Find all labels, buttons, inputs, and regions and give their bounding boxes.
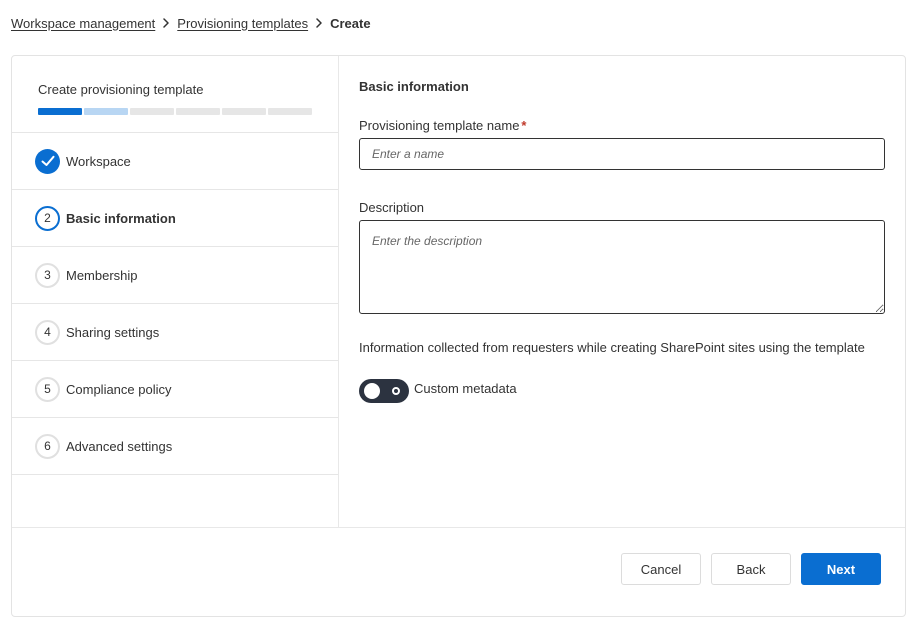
template-name-label: Provisioning template name * (359, 118, 526, 133)
step-number: 4 (35, 319, 60, 345)
toggle-knob (364, 383, 380, 399)
description-label: Description (359, 200, 425, 215)
wizard-stepper: Create provisioning template Workspace 2… (12, 56, 339, 527)
back-button[interactable]: Back (711, 553, 791, 585)
breadcrumb-current: Create (330, 15, 371, 31)
custom-metadata-toggle[interactable] (359, 379, 409, 403)
breadcrumb-link-provisioning-templates[interactable]: Provisioning templates (177, 16, 308, 31)
wizard-footer: Cancel Back Next (12, 527, 905, 616)
step-label: Membership (66, 267, 138, 283)
template-name-input[interactable] (359, 138, 885, 170)
step-label: Sharing settings (66, 324, 160, 340)
template-name-label-text: Provisioning template name (359, 118, 520, 133)
required-asterisk: * (521, 118, 527, 133)
progress-segment-2 (84, 108, 128, 115)
chevron-right-icon (155, 15, 177, 31)
step-list: Workspace 2 Basic information 3 Membersh… (12, 132, 338, 475)
step-label: Basic information (66, 210, 176, 226)
progress-segment-6 (268, 108, 312, 115)
toggle-off-icon (392, 387, 400, 395)
breadcrumb-link-workspace-management[interactable]: Workspace management (11, 16, 155, 31)
progress-segment-1 (38, 108, 82, 115)
description-textarea[interactable] (359, 220, 885, 314)
step-membership[interactable]: 3 Membership (12, 247, 338, 304)
chevron-right-icon (308, 15, 330, 31)
step-number: 3 (35, 262, 60, 288)
step-compliance-policy[interactable]: 5 Compliance policy (12, 361, 338, 418)
section-title: Basic information (359, 79, 469, 94)
step-advanced-settings[interactable]: 6 Advanced settings (12, 418, 338, 475)
step-label: Advanced settings (66, 438, 173, 454)
step-label: Compliance policy (66, 381, 172, 397)
stepper-title: Create provisioning template (38, 82, 204, 97)
custom-metadata-label: Custom metadata (414, 381, 517, 396)
progress-segment-3 (130, 108, 174, 115)
next-button[interactable]: Next (801, 553, 881, 585)
step-label: Workspace (66, 153, 131, 169)
step-workspace[interactable]: Workspace (12, 133, 338, 190)
step-number: 5 (35, 376, 60, 402)
custom-metadata-row: Custom metadata (359, 379, 517, 403)
wizard-card: Create provisioning template Workspace 2… (11, 55, 906, 617)
check-icon (35, 148, 60, 174)
cancel-button[interactable]: Cancel (621, 553, 701, 585)
breadcrumb: Workspace management Provisioning templa… (11, 15, 371, 31)
step-number: 2 (35, 205, 60, 231)
progress-segment-4 (176, 108, 220, 115)
progress-segment-5 (222, 108, 266, 115)
requester-info-text: Information collected from requesters wh… (359, 340, 865, 355)
step-basic-information[interactable]: 2 Basic information (12, 190, 338, 247)
step-sharing-settings[interactable]: 4 Sharing settings (12, 304, 338, 361)
step-number: 6 (35, 433, 60, 459)
step-progress-bar (38, 108, 312, 115)
